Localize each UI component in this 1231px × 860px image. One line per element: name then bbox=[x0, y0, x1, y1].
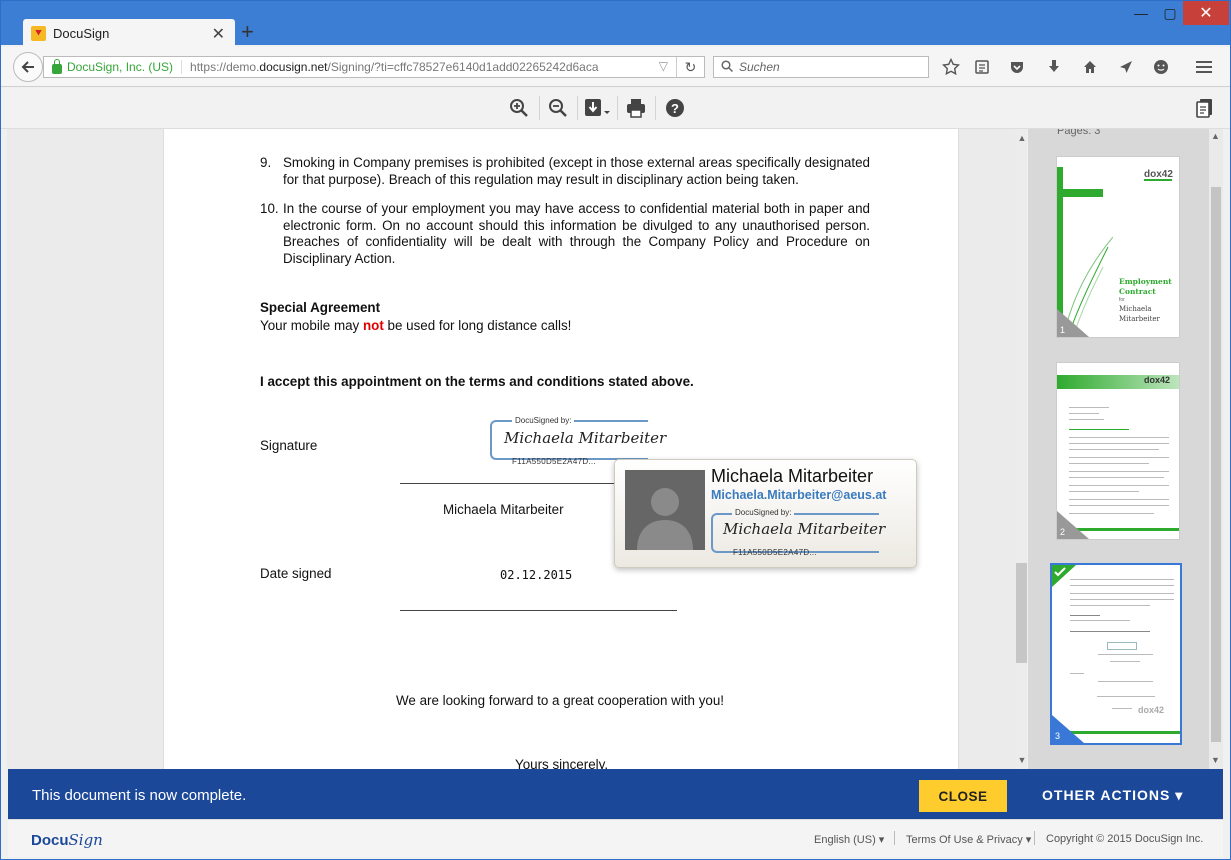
send-icon[interactable] bbox=[1116, 57, 1136, 77]
thumbnail-scrollbar-thumb[interactable] bbox=[1211, 187, 1221, 742]
thumb-scroll-down-icon[interactable]: ▼ bbox=[1211, 755, 1220, 765]
footer: DocuSign English (US) ▾ Terms Of Use & P… bbox=[8, 819, 1223, 857]
other-actions-button[interactable]: OTHER ACTIONS ▾ bbox=[1042, 787, 1183, 804]
browser-tab[interactable]: DocuSign ✕ bbox=[23, 19, 235, 47]
document-panel-icon[interactable] bbox=[1193, 96, 1217, 120]
page-thumbnail-3[interactable]: dox42 3 bbox=[1050, 563, 1182, 745]
reload-icon[interactable]: ↻ bbox=[676, 57, 704, 77]
download-menu-icon[interactable] bbox=[583, 96, 613, 120]
search-placeholder: Suchen bbox=[739, 60, 780, 74]
minimize-button[interactable]: — bbox=[1129, 1, 1153, 25]
reading-list-icon[interactable] bbox=[972, 57, 992, 77]
document-page: 9. Smoking in Company premises is prohib… bbox=[163, 129, 959, 769]
zoom-out-icon[interactable] bbox=[546, 96, 570, 120]
help-icon[interactable]: ? bbox=[663, 96, 687, 120]
new-tab-button[interactable]: + bbox=[241, 21, 254, 43]
docusign-favicon-icon bbox=[31, 25, 46, 41]
browser-window: DocuSign ✕ + — ▢ ✕ DocuSign, Inc. (US) h… bbox=[0, 0, 1231, 860]
back-arrow-icon bbox=[21, 61, 34, 73]
completion-banner: This document is now complete. CLOSE OTH… bbox=[8, 769, 1223, 819]
popup-signer-name: Michaela Mitarbeiter bbox=[711, 466, 874, 486]
search-icon bbox=[721, 59, 734, 75]
special-agreement-text: Your mobile may not be used for long dis… bbox=[260, 318, 572, 333]
list-item-9: 9. Smoking in Company premises is prohib… bbox=[260, 155, 870, 187]
list-item-text: In the course of your employment you may… bbox=[283, 201, 870, 266]
yours-sincerely: Yours sincerely, bbox=[515, 757, 609, 769]
scroll-down-icon[interactable]: ▼ bbox=[1015, 753, 1027, 767]
toolbar-divider bbox=[577, 96, 578, 120]
toolbar-divider bbox=[617, 96, 618, 120]
help-glyph: ? bbox=[671, 100, 679, 116]
docusign-logo: DocuSign bbox=[31, 831, 103, 849]
date-line bbox=[400, 610, 677, 611]
toolbar-divider bbox=[655, 96, 656, 120]
document-viewer[interactable]: 9. Smoking in Company premises is prohib… bbox=[7, 129, 1027, 769]
signature-id: F11A550D5E2A47D... bbox=[512, 457, 596, 466]
thumb-scroll-up-icon[interactable]: ▲ bbox=[1211, 131, 1220, 141]
scrollbar-thumb[interactable] bbox=[1016, 563, 1027, 663]
list-item-10: 10. In the course of your employment you… bbox=[260, 201, 870, 266]
special-agreement-heading: Special Agreement bbox=[260, 300, 381, 315]
signature-script: Michaela Mitarbeiter bbox=[504, 429, 667, 447]
signer-info-popup: Michaela Mitarbeiter Michaela.Mitarbeite… bbox=[614, 459, 917, 568]
accept-statement: I accept this appointment on the terms a… bbox=[260, 374, 694, 389]
back-button[interactable] bbox=[13, 52, 43, 82]
signature-label: Signature bbox=[260, 438, 318, 453]
lock-icon bbox=[52, 59, 62, 74]
thumb-title: Employment Contract bbox=[1119, 277, 1172, 296]
signer-name: Michaela Mitarbeiter bbox=[443, 502, 564, 517]
closing-text: We are looking forward to a great cooper… bbox=[396, 693, 725, 708]
viewer-toolbar: ? bbox=[1, 88, 1230, 129]
copyright-text: Copyright © 2015 DocuSign Inc. bbox=[1046, 833, 1204, 845]
thumbnail-panel: Pages: 3 dox42 Employment Contract for Mi… bbox=[1028, 129, 1222, 769]
home-icon[interactable] bbox=[1080, 57, 1100, 77]
page-thumbnail-2[interactable]: dox42 2 bbox=[1056, 362, 1180, 540]
toolbar-divider bbox=[539, 96, 540, 120]
site-identity: DocuSign, Inc. (US) bbox=[67, 60, 174, 74]
scroll-up-icon[interactable]: ▲ bbox=[1015, 131, 1027, 145]
date-signed-value: 02.12.2015 bbox=[500, 568, 573, 582]
search-input[interactable]: Suchen bbox=[713, 56, 929, 78]
docusigned-by-label: DocuSigned by: bbox=[512, 416, 575, 425]
tab-close-icon[interactable]: ✕ bbox=[212, 24, 225, 44]
date-signed-label: Date signed bbox=[260, 566, 332, 581]
completion-message: This document is now complete. bbox=[32, 787, 247, 804]
pocket-icon[interactable] bbox=[1007, 57, 1027, 77]
navigation-bar: DocuSign, Inc. (US) https://demo.docusig… bbox=[1, 47, 1230, 87]
page-thumbnail-1[interactable]: dox42 Employment Contract for Michaela Mit… bbox=[1056, 156, 1180, 338]
star-icon[interactable] bbox=[941, 57, 961, 77]
popup-signature-id: F11A550D5E2A47D... bbox=[733, 548, 817, 557]
maximize-button[interactable]: ▢ bbox=[1158, 1, 1182, 25]
avatar bbox=[625, 470, 705, 550]
print-icon[interactable] bbox=[624, 96, 648, 120]
pages-count: Pages: 3 bbox=[1057, 129, 1101, 137]
list-item-text: Smoking in Company premises is prohibite… bbox=[283, 155, 870, 187]
terms-privacy-link[interactable]: Terms Of Use & Privacy ▾ bbox=[906, 833, 1031, 846]
url-bar[interactable]: DocuSign, Inc. (US) https://demo.docusig… bbox=[43, 56, 705, 78]
url-text[interactable]: https://demo.docusign.net/Signing/?ti=cf… bbox=[181, 60, 599, 74]
menu-icon[interactable] bbox=[1194, 57, 1214, 77]
window-close-button[interactable]: ✕ bbox=[1183, 1, 1229, 25]
zoom-in-icon[interactable] bbox=[507, 96, 531, 120]
popup-docusigned-by-label: DocuSigned by: bbox=[732, 508, 795, 517]
tab-title: DocuSign bbox=[53, 25, 110, 41]
download-icon[interactable] bbox=[1044, 57, 1064, 77]
title-bar: DocuSign ✕ + — ▢ ✕ bbox=[1, 1, 1230, 47]
thumbnail-scrollbar[interactable]: ▲ ▼ bbox=[1209, 129, 1223, 769]
url-dropdown-icon[interactable]: ▽ bbox=[659, 59, 668, 73]
language-selector[interactable]: English (US) ▾ bbox=[814, 833, 884, 846]
emoji-icon[interactable] bbox=[1151, 57, 1171, 77]
popup-signer-email[interactable]: Michaela.Mitarbeiter@aeus.at bbox=[711, 488, 886, 502]
thumb-name: Michaela Mitarbeiter bbox=[1119, 305, 1160, 323]
popup-signature-script: Michaela Mitarbeiter bbox=[723, 520, 886, 538]
close-button[interactable]: CLOSE bbox=[919, 780, 1007, 812]
document-scrollbar[interactable]: ▲ ▼ bbox=[1015, 129, 1027, 769]
